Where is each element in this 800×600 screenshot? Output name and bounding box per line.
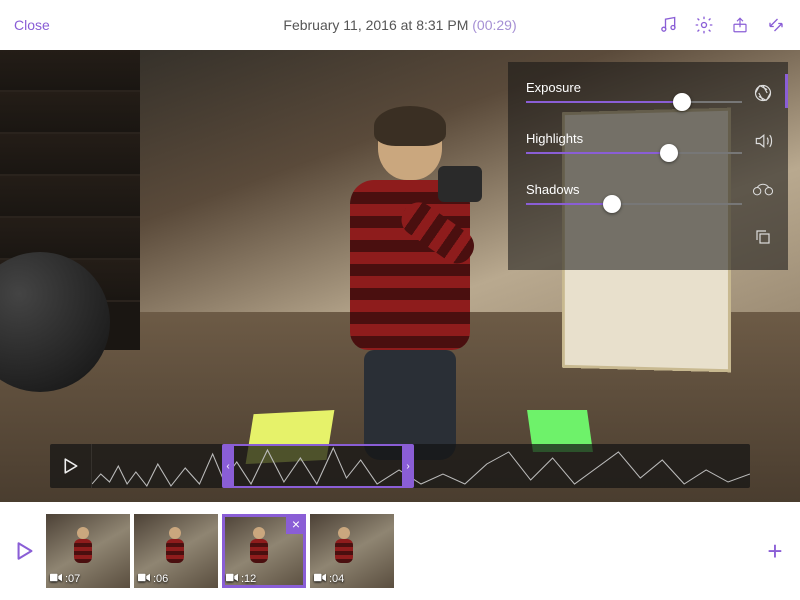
active-tool-indicator bbox=[785, 74, 788, 108]
adjustments-panel: Exposure Highlights Shadows bbox=[508, 62, 788, 270]
clip-thumbnail[interactable]: :04 bbox=[310, 514, 394, 588]
preview-play-button[interactable] bbox=[50, 444, 92, 488]
shadows-label: Shadows bbox=[526, 182, 742, 197]
clip-duration: (00:29) bbox=[472, 17, 516, 33]
trim-handle-right[interactable]: › bbox=[402, 444, 414, 488]
clip-thumbnail[interactable]: × :12 bbox=[222, 514, 306, 588]
video-preview[interactable]: Exposure Highlights Shadows bbox=[0, 50, 800, 502]
fullscreen-icon[interactable] bbox=[766, 15, 786, 35]
shadows-slider[interactable]: Shadows bbox=[526, 182, 742, 205]
play-project-button[interactable] bbox=[10, 542, 40, 560]
clip-duration-label: :07 bbox=[65, 573, 80, 585]
share-icon[interactable] bbox=[730, 15, 750, 35]
music-icon[interactable] bbox=[658, 15, 678, 35]
video-icon bbox=[314, 573, 326, 585]
clip-thumbnail[interactable]: :06 bbox=[134, 514, 218, 588]
highlights-slider[interactable]: Highlights bbox=[526, 131, 742, 154]
highlights-label: Highlights bbox=[526, 131, 742, 146]
exposure-label: Exposure bbox=[526, 80, 742, 95]
close-button[interactable]: Close bbox=[14, 17, 50, 33]
clip-duration-label: :04 bbox=[329, 573, 344, 585]
volume-icon[interactable] bbox=[752, 130, 774, 152]
waveform[interactable]: ‹ › bbox=[92, 444, 750, 488]
clip-thumbnail[interactable]: :07 bbox=[46, 514, 130, 588]
video-icon bbox=[50, 573, 62, 585]
duplicate-icon[interactable] bbox=[752, 226, 774, 248]
add-clip-button[interactable]: + bbox=[760, 536, 790, 567]
clip-duration-label: :06 bbox=[153, 573, 168, 585]
exposure-slider[interactable]: Exposure bbox=[526, 80, 742, 103]
clip-list: :07 :06 × :12 :04 bbox=[46, 514, 394, 588]
gear-icon[interactable] bbox=[694, 15, 714, 35]
video-icon bbox=[138, 573, 150, 585]
video-icon bbox=[226, 573, 238, 585]
clip-date: February 11, 2016 at 8:31 PM bbox=[283, 17, 468, 33]
clip-scrubber: ‹ › bbox=[50, 444, 750, 488]
trim-handle-left[interactable]: ‹ bbox=[222, 444, 234, 488]
aperture-icon[interactable] bbox=[752, 82, 774, 104]
delete-clip-button[interactable]: × bbox=[286, 514, 306, 534]
speed-icon[interactable] bbox=[752, 178, 774, 200]
clip-duration-label: :12 bbox=[241, 573, 256, 585]
